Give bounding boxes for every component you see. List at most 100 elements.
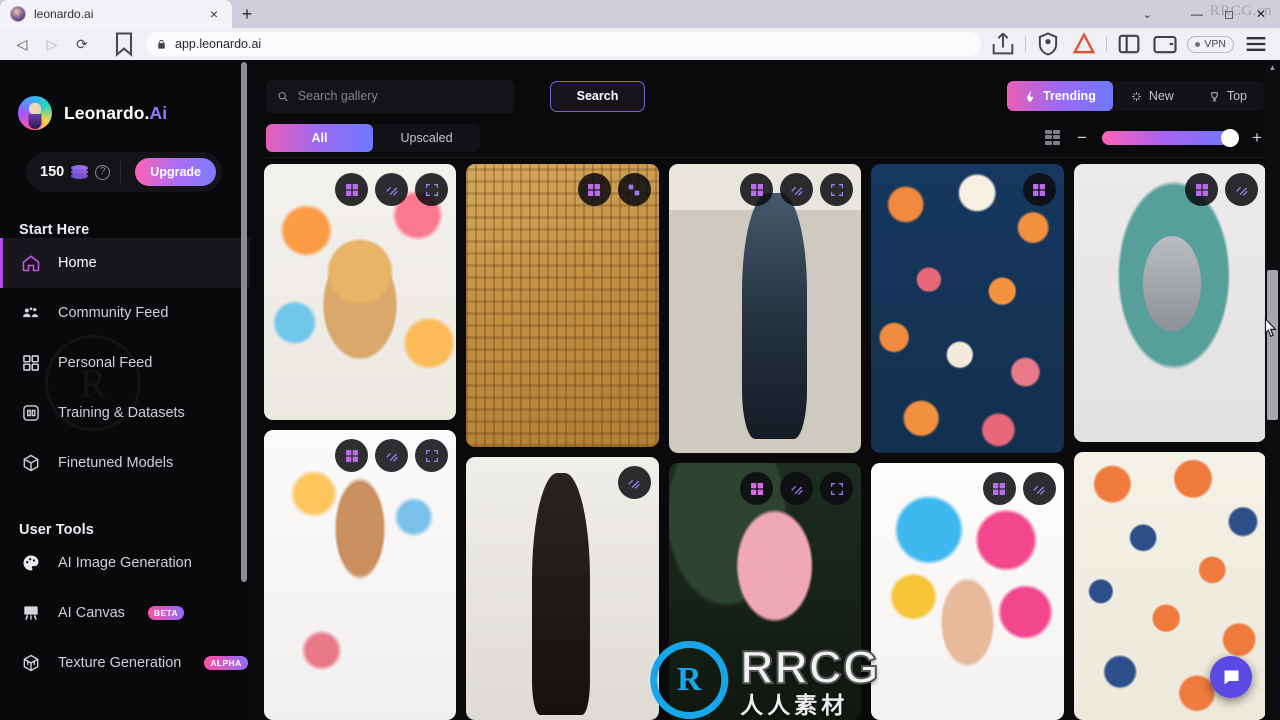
extension-icon[interactable] [1070,31,1098,57]
gallery-card-girl-blue-glasses-backpack[interactable] [264,430,457,720]
sidebar-section-user-tools: User Tools [19,522,94,538]
minimize-button[interactable]: — [1182,1,1212,27]
zoom-slider-thumb[interactable] [1221,128,1239,147]
browser-tab[interactable]: leonardo.ai × [0,0,232,28]
sidebar-item-home[interactable]: Home [0,238,250,288]
variations-icon[interactable] [982,472,1016,505]
scroll-up-arrow-icon[interactable]: ▲ [1265,60,1280,74]
browser-toolbar-right: VPN [989,31,1272,57]
expand-icon[interactable] [820,173,854,206]
brave-shield-icon[interactable] [1034,31,1062,57]
gallery-card-rainbow-hair-portrait[interactable] [871,463,1064,720]
variations-icon[interactable] [1022,173,1056,206]
sidebar-panel-icon[interactable] [1115,31,1143,57]
new-tab-button[interactable]: + [232,0,262,28]
sort-tab-top[interactable]: Top [1191,81,1264,111]
gallery-card-dark-warrior-concept-sheet[interactable] [466,457,659,720]
flame-icon [1027,90,1034,102]
scrollbar-thumb[interactable] [1267,270,1278,420]
zoom-out-button[interactable]: − [1075,129,1089,146]
sidebar-item-ai-image-generation[interactable]: AI Image Generation [0,538,250,588]
close-icon[interactable]: × [206,6,222,22]
card-action-bar [740,173,854,206]
sparkle-icon [1131,91,1141,101]
sidebar-item-ai-canvas[interactable]: AI Canvas BETA [0,588,250,638]
card-action-bar [1022,173,1056,206]
chat-message-icon [1224,670,1238,684]
gallery-card-colorful-lion-sunglasses[interactable] [264,164,457,420]
variations-icon[interactable] [740,173,774,206]
sort-tab-new[interactable]: New [1113,81,1191,111]
address-bar[interactable]: app.leonardo.ai [146,32,982,56]
upscale-icon[interactable] [617,173,651,206]
card-action-bar [335,173,449,206]
sidebar-item-training-datasets[interactable]: Training & Datasets [0,388,250,438]
maximize-button[interactable]: ◻ [1214,1,1244,27]
variations-icon[interactable] [577,173,611,206]
variations-icon[interactable] [335,439,369,472]
browser-titlebar: leonardo.ai × + ⌄ — ◻ ✕ RRCG.cn [0,0,1280,28]
vpn-status-pill[interactable]: VPN [1187,35,1234,53]
help-circle-icon[interactable]: ? [95,164,111,180]
expand-icon[interactable] [415,173,449,206]
variations-icon[interactable] [1185,173,1219,206]
search-input[interactable] [297,89,503,103]
forward-icon[interactable]: ▷ [38,31,66,57]
sidebar-item-finetuned-models[interactable]: Finetuned Models [0,438,250,488]
sidebar-item-label: AI Canvas [58,605,125,621]
filter-tab-upscaled[interactable]: Upscaled [373,124,480,152]
gallery-card-egyptian-hieroglyphs[interactable] [466,164,659,447]
back-icon[interactable]: ◁ [8,31,36,57]
zoom-in-button[interactable]: + [1250,129,1264,146]
sidebar-section-start-here: Start Here [19,222,90,238]
gallery-card-pink-hair-fantasy-woman[interactable] [668,463,862,720]
hamburger-menu-icon[interactable] [1242,31,1270,57]
upscale-icon[interactable] [780,472,814,505]
sidebar-item-community-feed[interactable]: Community Feed [0,288,250,338]
sidebar-item-label: Training & Datasets [58,405,185,421]
upscale-icon[interactable] [375,439,409,472]
gallery-card-blue-hair-female-warrior[interactable] [668,164,862,453]
search-button[interactable]: Search [550,80,645,112]
close-window-button[interactable]: ✕ [1246,1,1276,27]
share-icon[interactable] [989,31,1017,57]
unzoom-icon[interactable] [375,173,409,206]
bookmark-icon[interactable] [110,31,138,57]
app-sidebar: R Leonardo.Ai 150 ? Upgrade Start Here H… [0,60,250,720]
variations-icon[interactable] [335,173,369,206]
sidebar-item-personal-feed[interactable]: Personal Feed [0,338,250,388]
sidebar-item-label: Community Feed [58,305,169,321]
sort-segmented-control: Trending New Top [1007,81,1264,111]
expand-icon[interactable] [820,472,854,505]
upscale-icon[interactable] [780,173,814,206]
grid-layout-icon[interactable] [1045,130,1062,145]
search-field-wrapper[interactable] [266,79,514,113]
brand-header[interactable]: Leonardo.Ai [0,60,250,130]
upscale-icon[interactable] [1022,472,1056,505]
chevron-down-icon[interactable]: ⌄ [1143,8,1152,21]
wallet-icon[interactable] [1151,31,1179,57]
window-controls: — ◻ ✕ [1182,0,1280,28]
sidebar-scrollbar[interactable] [241,62,247,582]
upgrade-button[interactable]: Upgrade [135,158,216,186]
page-scrollbar[interactable]: ▲ [1264,60,1280,720]
filter-segmented-control: All Upscaled [266,123,480,152]
gallery-card-orange-floral-navy-pattern[interactable] [871,164,1064,453]
sidebar-item-label: Texture Generation [58,655,182,671]
upscale-icon[interactable] [1225,173,1259,206]
expand-icon[interactable] [415,439,449,472]
upscale-icon[interactable] [617,466,651,499]
filter-tab-all[interactable]: All [266,123,373,152]
chat-widget-button[interactable] [1210,656,1252,698]
sidebar-item-texture-generation[interactable]: Texture Generation ALPHA [0,638,250,688]
sort-tab-trending[interactable]: Trending [1007,81,1113,111]
token-stack-icon [71,164,89,180]
zoom-slider[interactable] [1102,128,1239,147]
sidebar-item-label: AI Image Generation [58,555,192,571]
gallery-column [668,164,862,720]
toolbar-row-filters: All Upscaled − + [266,118,1264,157]
reload-icon[interactable]: ⟳ [68,31,96,57]
gallery-card-koala-riding-bicycle[interactable] [1073,164,1267,442]
variations-icon[interactable] [740,472,774,505]
card-action-bar [1185,173,1259,206]
